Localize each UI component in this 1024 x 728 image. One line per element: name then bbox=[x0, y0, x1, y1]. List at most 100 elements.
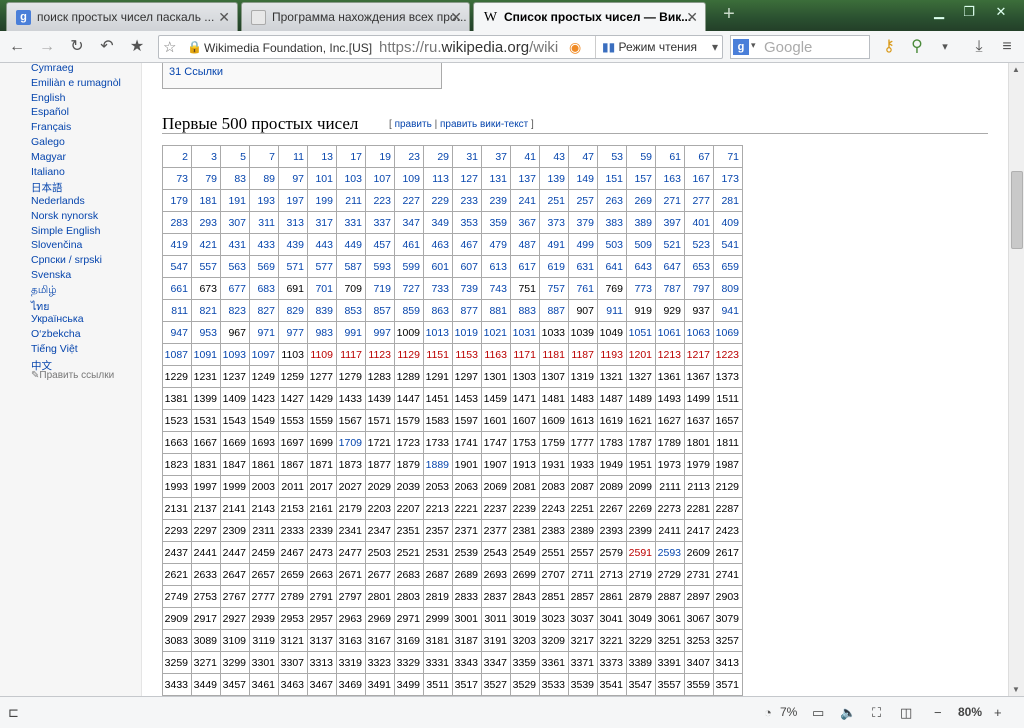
prime-cell[interactable]: 881 bbox=[481, 299, 511, 322]
prime-cell[interactable]: 661 bbox=[162, 277, 192, 300]
lang-link[interactable]: 日本語 bbox=[31, 180, 63, 195]
prime-cell[interactable]: 641 bbox=[597, 255, 627, 278]
chevron-down-icon[interactable]: ▾ bbox=[751, 40, 756, 51]
prime-cell[interactable]: 479 bbox=[481, 233, 511, 256]
bookmark-page-icon[interactable]: ☆ bbox=[163, 38, 176, 56]
prime-cell[interactable]: 83 bbox=[220, 167, 250, 190]
prime-cell[interactable]: 1109 bbox=[307, 343, 337, 366]
prime-cell[interactable]: 757 bbox=[539, 277, 569, 300]
lang-link[interactable]: Norsk nynorsk bbox=[31, 210, 98, 222]
zoom-level[interactable]: 80% bbox=[958, 705, 982, 719]
prime-cell[interactable]: 139 bbox=[539, 167, 569, 190]
prime-cell[interactable]: 379 bbox=[568, 211, 598, 234]
prime-cell[interactable]: 821 bbox=[191, 299, 221, 322]
prime-cell[interactable]: 241 bbox=[510, 189, 540, 212]
prime-cell[interactable]: 3 bbox=[191, 145, 221, 168]
prime-cell[interactable]: 983 bbox=[307, 321, 337, 344]
prime-cell[interactable]: 571 bbox=[278, 255, 308, 278]
download-icon[interactable]: ⤓ bbox=[968, 37, 990, 57]
lang-link[interactable]: English bbox=[31, 92, 65, 104]
hamburger-menu-icon[interactable]: ≡ bbox=[996, 37, 1018, 57]
prime-cell[interactable]: 653 bbox=[684, 255, 714, 278]
scroll-down-icon[interactable]: ▼ bbox=[1012, 685, 1020, 694]
prime-cell[interactable]: 1129 bbox=[394, 343, 424, 366]
prime-cell[interactable]: 823 bbox=[220, 299, 250, 322]
prime-cell[interactable]: 1217 bbox=[684, 343, 714, 366]
prime-cell[interactable]: 167 bbox=[684, 167, 714, 190]
prime-cell[interactable]: 827 bbox=[249, 299, 279, 322]
lang-link[interactable]: Cymraeg bbox=[31, 63, 74, 74]
prime-cell[interactable]: 373 bbox=[539, 211, 569, 234]
close-window-icon[interactable]: ✕ bbox=[986, 2, 1016, 22]
prime-cell[interactable]: 733 bbox=[423, 277, 453, 300]
vertical-scrollbar[interactable]: ▲ ▼ bbox=[1008, 63, 1024, 696]
prime-cell[interactable]: 103 bbox=[336, 167, 366, 190]
prime-cell[interactable]: 401 bbox=[684, 211, 714, 234]
prime-cell[interactable]: 1213 bbox=[655, 343, 685, 366]
prime-cell[interactable]: 563 bbox=[220, 255, 250, 278]
prime-cell[interactable]: 19 bbox=[365, 145, 395, 168]
prime-cell[interactable]: 1087 bbox=[162, 343, 192, 366]
prime-cell[interactable]: 257 bbox=[568, 189, 598, 212]
lang-link[interactable]: Magyar bbox=[31, 151, 66, 163]
prime-cell[interactable]: 409 bbox=[713, 211, 743, 234]
prime-cell[interactable]: 499 bbox=[568, 233, 598, 256]
prime-cell[interactable]: 13 bbox=[307, 145, 337, 168]
scroll-up-icon[interactable]: ▲ bbox=[1012, 65, 1020, 74]
prime-cell[interactable]: 2 bbox=[162, 145, 192, 168]
prime-cell[interactable]: 619 bbox=[539, 255, 569, 278]
prime-cell[interactable]: 607 bbox=[452, 255, 482, 278]
prime-cell[interactable]: 163 bbox=[655, 167, 685, 190]
prime-cell[interactable]: 199 bbox=[307, 189, 337, 212]
prime-cell[interactable]: 197 bbox=[278, 189, 308, 212]
prime-cell[interactable]: 809 bbox=[713, 277, 743, 300]
prime-cell[interactable]: 67 bbox=[684, 145, 714, 168]
prime-cell[interactable]: 577 bbox=[307, 255, 337, 278]
prime-cell[interactable]: 17 bbox=[336, 145, 366, 168]
prime-cell[interactable]: 883 bbox=[510, 299, 540, 322]
prime-cell[interactable]: 991 bbox=[336, 321, 366, 344]
screen-icon[interactable]: ▭ bbox=[812, 705, 824, 721]
prime-cell[interactable]: 23 bbox=[394, 145, 424, 168]
prime-cell[interactable]: 971 bbox=[249, 321, 279, 344]
prime-cell[interactable]: 1091 bbox=[191, 343, 221, 366]
prime-cell[interactable]: 1117 bbox=[336, 343, 366, 366]
edit-interlanguage-links[interactable]: ✎Править ссылки bbox=[31, 370, 114, 381]
lang-link[interactable]: Italiano bbox=[31, 166, 65, 178]
prime-cell[interactable]: 2593 bbox=[655, 541, 685, 564]
prime-cell[interactable]: 503 bbox=[597, 233, 627, 256]
lang-link[interactable]: Українська bbox=[31, 313, 84, 325]
prime-cell[interactable]: 569 bbox=[249, 255, 279, 278]
prime-cell[interactable]: 467 bbox=[452, 233, 482, 256]
close-icon[interactable]: ✕ bbox=[450, 9, 462, 26]
prime-cell[interactable]: 617 bbox=[510, 255, 540, 278]
prime-cell[interactable]: 1021 bbox=[481, 321, 511, 344]
undo-icon[interactable]: ↶ bbox=[96, 37, 118, 57]
zoom-in-icon[interactable]: + bbox=[994, 705, 1002, 720]
speaker-icon[interactable]: 🔈 bbox=[840, 705, 856, 721]
prime-cell[interactable]: 521 bbox=[655, 233, 685, 256]
lang-link[interactable]: Svenska bbox=[31, 269, 71, 281]
prime-cell[interactable]: 593 bbox=[365, 255, 395, 278]
chevron-down-icon[interactable]: ▾ bbox=[712, 40, 718, 54]
prime-cell[interactable]: 317 bbox=[307, 211, 337, 234]
prime-cell[interactable]: 997 bbox=[365, 321, 395, 344]
prime-cell[interactable]: 229 bbox=[423, 189, 453, 212]
prime-cell[interactable]: 433 bbox=[249, 233, 279, 256]
lang-link[interactable]: தமிழ் bbox=[31, 284, 57, 297]
prime-cell[interactable]: 179 bbox=[162, 189, 192, 212]
prime-cell[interactable]: 443 bbox=[307, 233, 337, 256]
prime-cell[interactable]: 113 bbox=[423, 167, 453, 190]
prime-cell[interactable]: 233 bbox=[452, 189, 482, 212]
prime-cell[interactable]: 71 bbox=[713, 145, 743, 168]
prime-cell[interactable]: 107 bbox=[365, 167, 395, 190]
prime-cell[interactable]: 29 bbox=[423, 145, 453, 168]
prime-cell[interactable]: 643 bbox=[626, 255, 656, 278]
prime-cell[interactable]: 587 bbox=[336, 255, 366, 278]
restore-icon[interactable]: ❐ bbox=[954, 2, 984, 22]
prime-cell[interactable]: 773 bbox=[626, 277, 656, 300]
toc-item-links[interactable]: 31 Ссылки bbox=[169, 66, 223, 78]
prime-cell[interactable]: 227 bbox=[394, 189, 424, 212]
prime-cell[interactable]: 1223 bbox=[713, 343, 743, 366]
prime-cell[interactable]: 1051 bbox=[626, 321, 656, 344]
